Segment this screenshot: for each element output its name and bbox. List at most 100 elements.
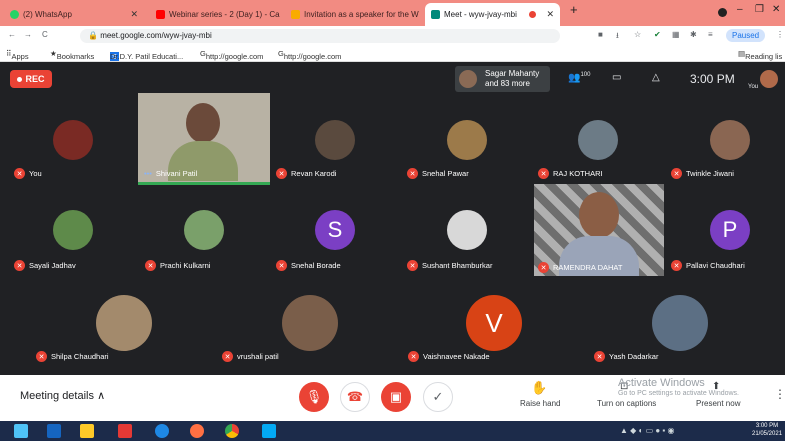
skype-icon[interactable] <box>262 424 276 438</box>
participant-name: Yash Dadarkar <box>609 352 659 361</box>
close-icon[interactable]: ✕ <box>130 9 138 20</box>
chrome-icon[interactable] <box>225 424 239 438</box>
participant-name: RAMENDRA DAHAT <box>553 263 623 272</box>
star-icon[interactable]: ☆ <box>634 30 641 39</box>
camera-toggle-button[interactable]: ▣ <box>381 382 411 412</box>
participant-sayali[interactable]: ✕ Sayali Jadhav <box>14 260 76 271</box>
participant-raj[interactable]: ✕ RAJ KOTHARI <box>538 168 603 179</box>
participant-sushant[interactable]: ✕ Sushant Bhamburkar <box>407 260 492 271</box>
url-text: meet.google.com/wyw-jvay-mbi <box>100 31 212 40</box>
participant-pallavi[interactable]: ✕ Pallavi Chaudhari <box>671 260 745 271</box>
participant-prachi[interactable]: ✕ Prachi Kulkarni <box>145 260 210 271</box>
chat-icon[interactable]: ▭ <box>612 72 621 83</box>
participant-shilpa[interactable]: ✕ Shilpa Chaudhari <box>36 351 109 362</box>
bookmarks-folder[interactable]: ★ Bookmarks <box>50 49 94 61</box>
ie-icon[interactable] <box>155 424 169 438</box>
meeting-clock: 3:00 PM <box>690 72 735 86</box>
activities-icon[interactable]: △ <box>652 72 660 83</box>
participant-name: Vaishnavee Nakade <box>423 352 490 361</box>
puzzle-icon[interactable]: ✱ <box>690 30 697 39</box>
captions-label[interactable]: Turn on captions <box>597 399 656 408</box>
tab-label: Meet - wyw-jvay-mbi <box>444 10 517 19</box>
profile-icon[interactable] <box>718 8 727 17</box>
record-icon <box>17 76 23 82</box>
reading-list[interactable]: ▤ Reading lis <box>738 49 782 61</box>
participant-vaishnavee[interactable]: ✕ Vaishnavee Nakade <box>408 351 490 362</box>
taskbar-clock[interactable]: 3:00 PM 21/05/2021 <box>752 422 782 438</box>
store-icon[interactable] <box>47 424 61 438</box>
firefox-icon[interactable] <box>190 424 204 438</box>
hand-icon[interactable]: ✋ <box>531 380 547 396</box>
mic-off-icon: ✕ <box>671 260 682 271</box>
video-tile-shivani[interactable]: ••• Shivani Patil <box>138 93 270 185</box>
leave-call-button[interactable]: ☎ <box>340 382 370 412</box>
address-bar: ← → C 🔒 meet.google.com/wyw-jvay-mbi ■ ⭳… <box>0 26 785 46</box>
participant-name: You <box>29 169 42 178</box>
back-icon[interactable]: ← <box>8 30 16 39</box>
avatar: P <box>710 210 750 250</box>
bookmarks-label: Bookmarks <box>56 52 95 61</box>
extension-icon[interactable]: ▦ <box>672 30 680 39</box>
activation-watermark-title: Activate Windows <box>618 377 705 389</box>
bookmark-label: http://google.com <box>283 52 342 61</box>
tab-webinar[interactable]: Webinar series - 2 (Day 1) - Care ✕ <box>150 3 280 26</box>
mail-icon <box>291 10 300 19</box>
meet-icon <box>431 10 440 19</box>
participant-name: RAJ KOTHARI <box>553 169 603 178</box>
participant-you[interactable]: ✕ You <box>14 168 42 179</box>
start-icon[interactable] <box>14 424 28 438</box>
acrobat-icon[interactable] <box>118 424 132 438</box>
meeting-details-button[interactable]: Meeting details ∧ <box>20 389 105 402</box>
participant-snehal-borade[interactable]: ✕ Snehal Borade <box>276 260 341 271</box>
check-extension-icon[interactable]: ✔ <box>654 30 661 39</box>
mic-off-icon: ✕ <box>407 260 418 271</box>
check-icon: ✓ <box>432 389 444 404</box>
new-tab-icon[interactable]: + <box>570 2 578 17</box>
forward-icon[interactable]: → <box>24 30 32 39</box>
presenter-chip[interactable]: Sagar Mahanty and 83 more <box>455 66 550 92</box>
present-now-label[interactable]: Present now <box>696 399 740 408</box>
participant-yash[interactable]: ✕ Yash Dadarkar <box>594 351 658 362</box>
mic-toggle-button[interactable]: 🎙 <box>299 382 329 412</box>
window-close-icon[interactable]: ✕ <box>772 4 780 15</box>
chevron-up-icon: ∧ <box>97 390 106 402</box>
confirm-button[interactable]: ✓ <box>423 382 453 412</box>
camera-permission-icon[interactable]: ■ <box>598 30 603 39</box>
participant-twinkle[interactable]: ✕ Twinkle Jiwani <box>671 168 734 179</box>
people-icon[interactable]: 👥100 <box>568 72 590 83</box>
self-avatar[interactable] <box>760 70 778 88</box>
participant-revan[interactable]: ✕ Revan Karodi <box>276 168 336 179</box>
url-field[interactable]: 🔒 meet.google.com/wyw-jvay-mbi <box>80 29 560 43</box>
tab-meet[interactable]: Meet - wyw-jvay-mbi ✕ <box>425 3 560 26</box>
download-icon[interactable]: ⭳ <box>616 30 619 44</box>
media-icon[interactable]: ≡ <box>708 30 713 39</box>
presenter-more: and 83 more <box>485 79 530 88</box>
participant-name: Sayali Jadhav <box>29 261 76 270</box>
file-explorer-icon[interactable] <box>80 424 94 438</box>
participant-vrushali[interactable]: ✕ vrushali patil <box>222 351 279 362</box>
mic-off-icon: ✕ <box>407 168 418 179</box>
more-options-icon[interactable]: ⋮ <box>774 387 785 401</box>
raise-hand-label[interactable]: Raise hand <box>520 399 560 408</box>
tab-invitation[interactable]: Invitation as a speaker for the W ✕ <box>285 3 420 26</box>
mic-off-icon: ✕ <box>145 260 156 271</box>
reload-icon[interactable]: C <box>42 30 48 39</box>
close-icon[interactable]: ✕ <box>546 9 554 20</box>
mic-off-icon: ✕ <box>408 351 419 362</box>
video-tile-ramendra[interactable]: ✕ RAMENDRA DAHAT <box>534 184 664 276</box>
maximize-icon[interactable]: ❐ <box>755 4 764 15</box>
apps-bookmark[interactable]: ⠿ Apps <box>6 49 29 61</box>
bookmark-google-2[interactable]: G http://google.com <box>278 49 341 61</box>
paused-button[interactable]: Paused <box>726 29 766 42</box>
minimize-icon[interactable]: – <box>737 4 743 15</box>
participant-snehal-pawar[interactable]: ✕ Snehal Pawar <box>407 168 469 179</box>
tab-whatsapp[interactable]: (2) WhatsApp ✕ <box>4 3 144 26</box>
mic-off-icon: ✕ <box>276 168 287 179</box>
whatsapp-icon <box>10 10 19 19</box>
avatar-initial: S <box>327 217 343 242</box>
bookmark-google-1[interactable]: G http://google.com <box>200 49 263 61</box>
menu-icon[interactable]: ⋮ <box>776 30 784 39</box>
system-tray-icons[interactable]: ▲ ◆ ◐ ▭ ● ▪ ◉ <box>620 426 674 435</box>
avatar: S <box>315 210 355 250</box>
meeting-stage: REC Sagar Mahanty and 83 more 👥100 ▭ △ 3… <box>0 62 785 375</box>
